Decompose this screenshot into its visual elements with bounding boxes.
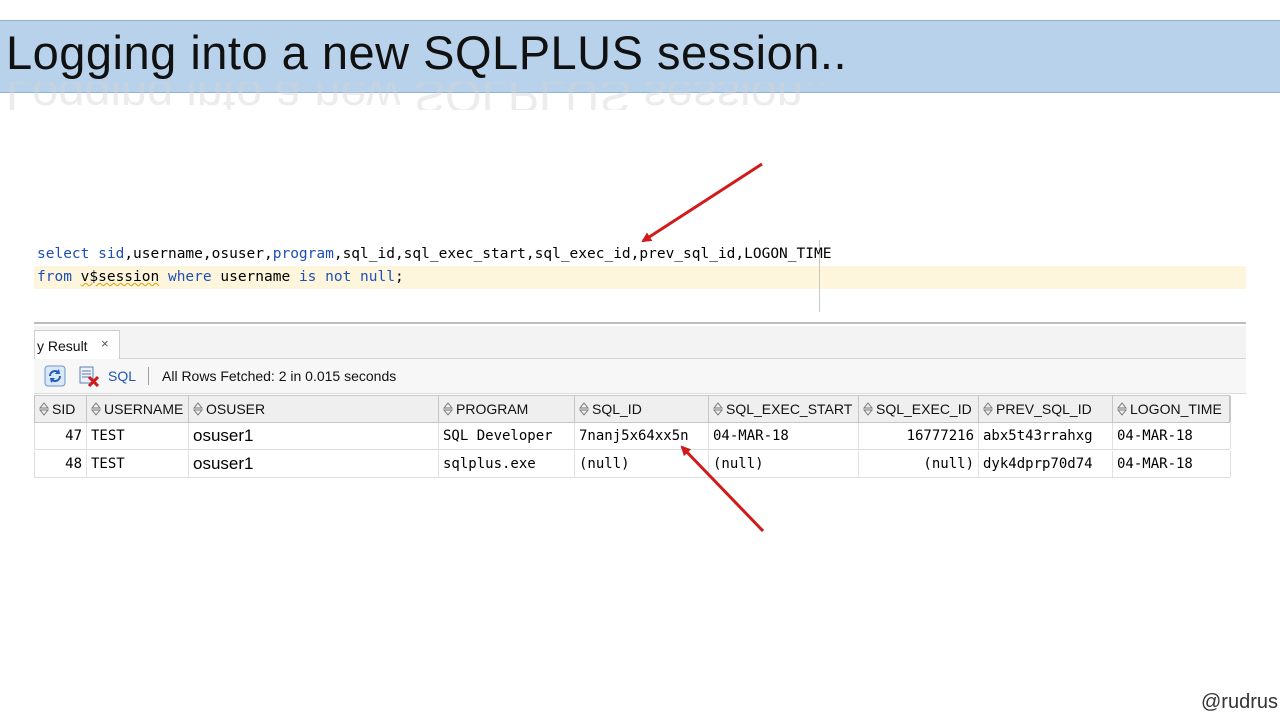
arrow-to-sql-exec-id <box>641 162 763 243</box>
arrow-to-sql-id-value <box>680 445 765 533</box>
annotation-arrows <box>641 162 765 533</box>
author-handle: @rudrus <box>1201 691 1278 713</box>
